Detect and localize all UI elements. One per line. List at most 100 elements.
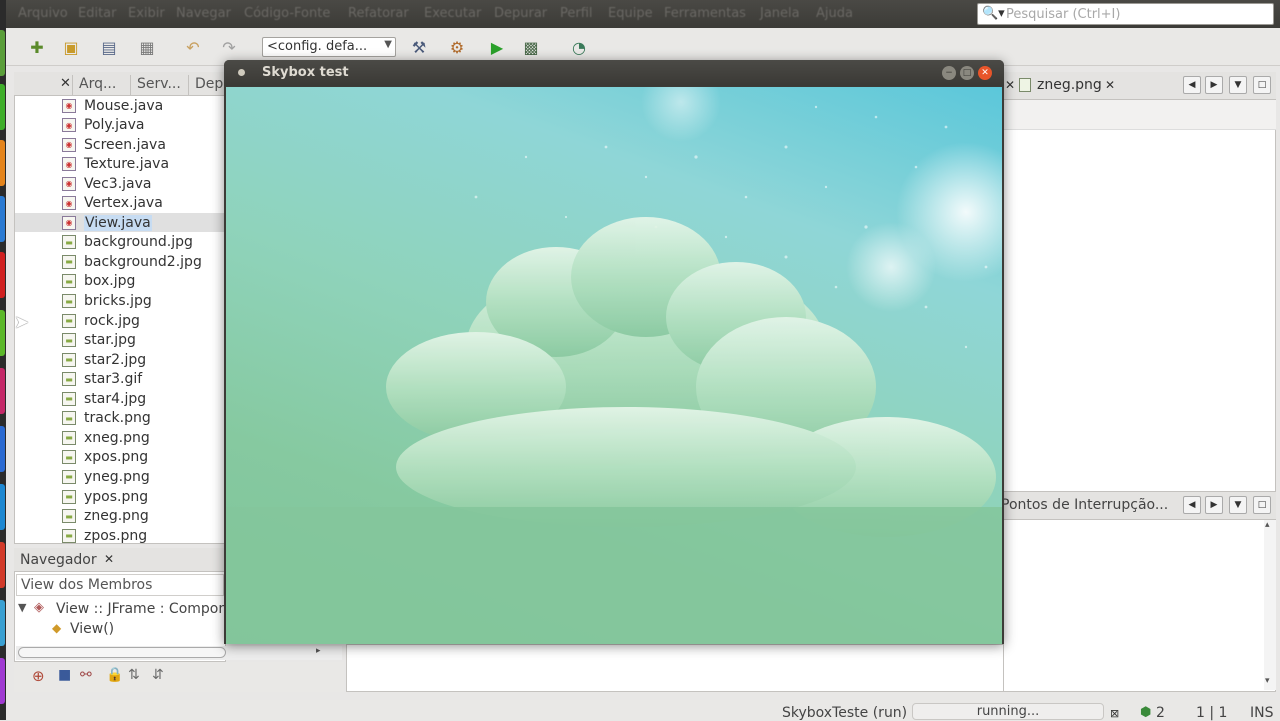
close-project-icon[interactable]: ▦ (136, 36, 158, 58)
launcher-item[interactable] (0, 542, 5, 588)
sort-by-name-icon[interactable]: ⇅ (128, 667, 140, 683)
menu-ajuda[interactable]: Ajuda (816, 6, 853, 21)
scroll-right-icon[interactable]: ▶ (1205, 76, 1223, 94)
menu-arquivo[interactable]: Arquivo (18, 6, 68, 21)
launcher-item[interactable] (0, 140, 5, 186)
navigator-title[interactable]: Navegador (20, 552, 97, 568)
scroll-down-icon[interactable]: ▾ (1265, 676, 1270, 686)
menu-navegar[interactable]: Navegar (176, 6, 231, 21)
file-item[interactable]: ▬ bricks.jpg (62, 292, 152, 311)
file-item[interactable]: ▬ star.jpg (62, 331, 136, 350)
build-icon[interactable]: ⚒ (408, 36, 430, 58)
chevron-down-icon[interactable]: ▼ (1229, 496, 1247, 514)
new-project-icon[interactable]: ▣ (60, 36, 82, 58)
maximize-icon[interactable]: □ (1253, 496, 1271, 514)
close-icon[interactable]: ✕ (1105, 78, 1115, 92)
file-item[interactable]: ▬ star4.jpg (62, 389, 146, 408)
maximize-icon[interactable]: □ (960, 66, 974, 80)
run-icon[interactable]: ▶ (486, 36, 508, 58)
menu-perfil[interactable]: Perfil (560, 6, 593, 21)
launcher-item[interactable] (0, 196, 5, 242)
launcher-item[interactable] (0, 84, 5, 130)
launcher-item[interactable] (0, 484, 5, 530)
file-item[interactable]: ▬ star2.jpg (62, 350, 146, 369)
new-file-icon[interactable]: ✚ (26, 36, 48, 58)
search-input[interactable]: 🔍▾ Pesquisar (Ctrl+I) (977, 3, 1274, 25)
file-item[interactable]: ▬ background2.jpg (62, 252, 202, 271)
tree-expand-icon[interactable]: ▼ (18, 601, 26, 614)
static-filter-icon[interactable]: ■ (58, 667, 71, 683)
skybox-render-canvas[interactable] (226, 87, 1002, 644)
tab-servicos[interactable]: Serv... (130, 75, 187, 96)
file-item[interactable]: ▬ yneg.png (62, 467, 150, 486)
launcher-item[interactable] (0, 310, 5, 356)
navigator-constructor-node[interactable]: View() (70, 621, 114, 637)
inherited-filter-icon[interactable]: ⚯ (80, 667, 92, 683)
file-item[interactable]: ▬ rock.jpg (62, 311, 140, 330)
close-icon[interactable]: ✕ (1005, 78, 1015, 92)
menu-equipe[interactable]: Equipe (608, 6, 653, 21)
lock-icon[interactable]: 🔒 (106, 667, 123, 683)
maximize-icon[interactable]: □ (1253, 76, 1271, 94)
close-icon[interactable]: ✕ (978, 66, 992, 80)
menu-exibir[interactable]: Exibir (128, 6, 165, 21)
launcher-item[interactable] (0, 368, 5, 414)
clean-build-icon[interactable]: ⚙ (446, 36, 468, 58)
scroll-left-icon[interactable]: ◀ (1183, 496, 1201, 514)
file-item[interactable]: ▬ track.png (62, 409, 151, 428)
file-item[interactable]: ◉ Mouse.java (62, 96, 163, 115)
file-item[interactable]: ◉ Vertex.java (62, 194, 163, 213)
scroll-up-icon[interactable]: ▴ (1265, 520, 1270, 530)
file-item[interactable]: ▬ xneg.png (62, 428, 150, 447)
file-item[interactable]: ◉ Poly.java (62, 116, 144, 135)
window-titlebar[interactable]: Skybox test − □ ✕ (224, 60, 1004, 86)
navigator-filter-select[interactable]: View dos Membros (16, 574, 224, 596)
open-project-icon[interactable]: ▤ (98, 36, 120, 58)
file-item[interactable]: ▬ xpos.png (62, 448, 148, 467)
sort-by-source-icon[interactable]: ⇵ (152, 667, 164, 683)
chevron-down-icon[interactable]: ▼ (1229, 76, 1247, 94)
menu-editar[interactable]: Editar (78, 6, 117, 21)
scroll-right-icon[interactable]: ▶ (1205, 496, 1223, 514)
file-item[interactable]: ◉ Screen.java (62, 135, 166, 154)
menu-janela[interactable]: Janela (760, 6, 800, 21)
file-item[interactable]: ▬ zneg.png (62, 507, 149, 526)
file-item[interactable]: ◉ View.java (15, 213, 225, 233)
vertical-scrollbar[interactable]: ▴ ▾ (1264, 520, 1276, 690)
scroll-left-icon[interactable]: ◀ (1183, 76, 1201, 94)
file-item[interactable]: ▬ zpos.png (62, 526, 147, 545)
launcher-item[interactable] (0, 600, 5, 646)
menu-depurar[interactable]: Depurar (494, 6, 547, 21)
launcher-item[interactable] (0, 252, 5, 298)
debug-icon[interactable]: ▩ (520, 36, 542, 58)
file-item[interactable]: ◉ Texture.java (62, 155, 169, 174)
file-item[interactable]: ◉ Vec3.java (62, 174, 152, 193)
profile-icon[interactable]: ◔ (568, 36, 590, 58)
close-icon[interactable]: ✕ (104, 552, 114, 566)
launcher-item[interactable] (0, 658, 5, 704)
tab-zneg-png[interactable]: zneg.png (1037, 77, 1102, 93)
redo-icon[interactable]: ↷ (218, 36, 240, 58)
progress-bar[interactable]: running... (912, 703, 1104, 720)
menu-executar[interactable]: Executar (424, 6, 481, 21)
tab-breakpoints[interactable]: Pontos de Interrupção... (1001, 497, 1168, 513)
config-select[interactable]: <config. defa... ▼ (262, 37, 396, 57)
menu-refatorar[interactable]: Refatorar (348, 6, 409, 21)
close-icon[interactable]: ✕ (60, 76, 71, 91)
notification-icon[interactable]: ⬢ (1140, 705, 1151, 720)
tab-arquivos[interactable]: Arq... (72, 75, 122, 96)
horizontal-scrollbar[interactable]: ▸ (16, 646, 342, 660)
close-icon[interactable]: ⊠ (1110, 707, 1119, 720)
minimize-icon[interactable]: − (942, 66, 956, 80)
file-item[interactable]: ▬ star3.gif (62, 370, 142, 389)
file-item[interactable]: ▬ background.jpg (62, 233, 193, 252)
launcher-item[interactable] (0, 30, 5, 76)
undo-icon[interactable]: ↶ (182, 36, 204, 58)
file-item[interactable]: ▬ ypos.png (62, 487, 148, 506)
menu-codigo-fonte[interactable]: Código-Fonte (244, 6, 330, 21)
launcher-item[interactable] (0, 426, 5, 472)
file-item[interactable]: ▬ box.jpg (62, 272, 135, 291)
fields-filter-icon[interactable]: ⊕ (32, 667, 45, 685)
scroll-right-icon[interactable]: ▸ (316, 646, 321, 656)
navigator-class-node[interactable]: View :: JFrame : Compon (56, 601, 224, 617)
